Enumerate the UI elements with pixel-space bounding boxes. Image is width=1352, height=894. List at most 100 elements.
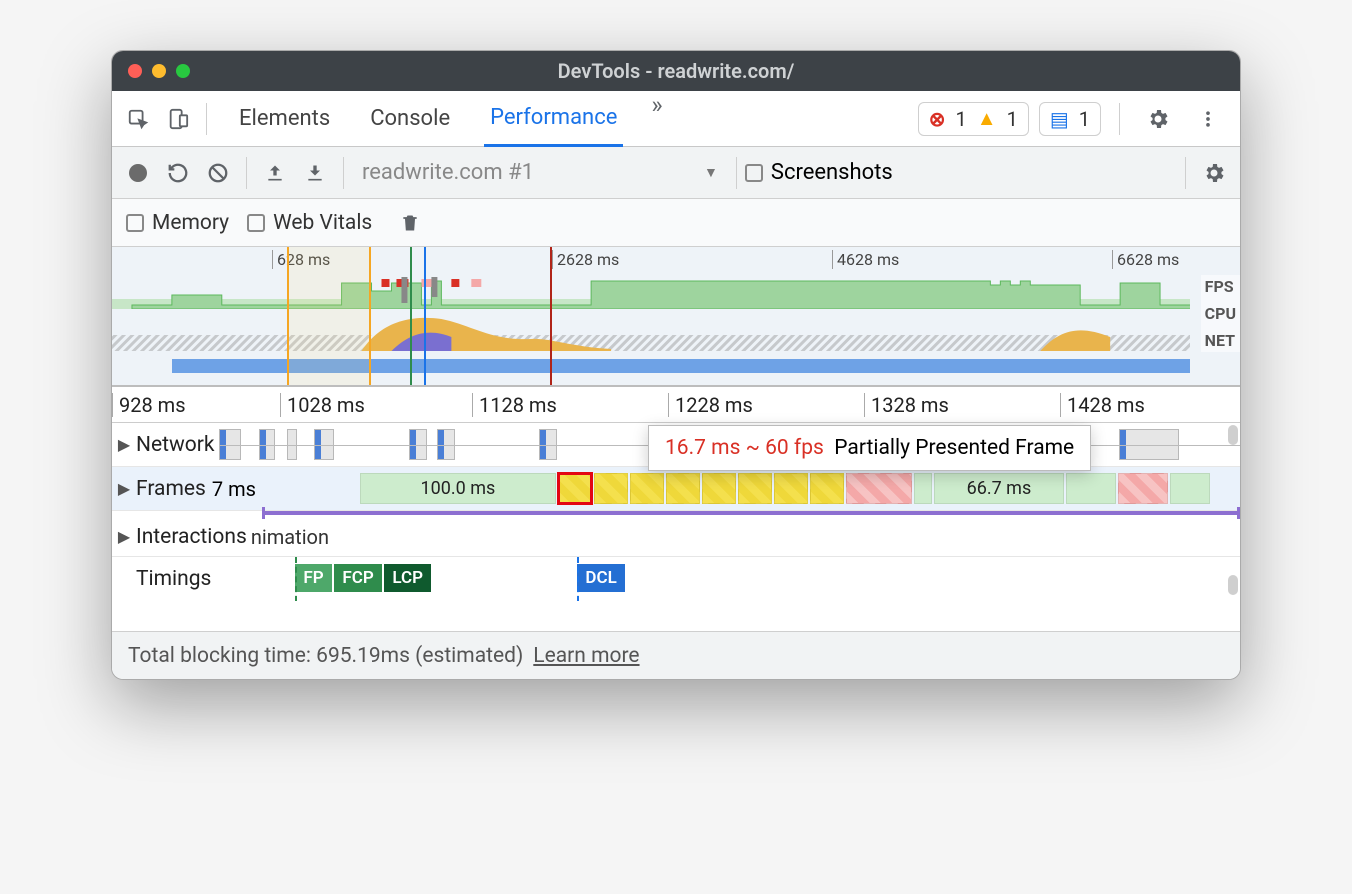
close-button[interactable] — [128, 64, 142, 78]
separator — [1119, 103, 1120, 135]
tooltip-timing: 16.7 ms ~ 60 fps — [665, 436, 824, 460]
frame-segment[interactable]: 66.7 ms — [934, 473, 1064, 504]
capture-settings-gear-icon[interactable] — [1194, 153, 1234, 193]
frame-segment[interactable] — [810, 473, 844, 504]
frame-time-left: 7 ms — [212, 477, 256, 501]
settings-gear-icon[interactable] — [1138, 99, 1178, 139]
memory-label: Memory — [152, 211, 229, 235]
marker-dcl — [424, 247, 426, 385]
frame-segment[interactable]: 100.0 ms — [360, 473, 556, 504]
screenshots-label: Screenshots — [771, 160, 893, 185]
frame-segment[interactable] — [702, 473, 736, 504]
timing-fp-badge[interactable]: FP — [295, 564, 331, 592]
upload-profile-icon[interactable] — [255, 153, 295, 193]
webvitals-label: Web Vitals — [273, 211, 372, 235]
scrollbar-thumb[interactable] — [1228, 575, 1238, 595]
timings-track-content[interactable]: FP FCP LCP DCL — [215, 557, 1240, 601]
timing-dcl-badge[interactable]: DCL — [577, 564, 624, 592]
recording-selector[interactable]: readwrite.com #1 ▼ — [352, 160, 728, 185]
minimize-button[interactable] — [152, 64, 166, 78]
timing-lcp-badge[interactable]: LCP — [384, 564, 431, 592]
frame-segment-dropped[interactable] — [1118, 473, 1168, 504]
overview-lane-labels: FPS CPU NET — [1201, 275, 1240, 352]
gc-trash-icon[interactable] — [390, 203, 430, 243]
flamechart-tracks[interactable]: ▶ Network — [112, 423, 1240, 631]
titlebar[interactable]: DevTools - readwrite.com/ — [112, 51, 1240, 91]
tab-elements[interactable]: Elements — [233, 91, 336, 147]
ruler-tick: 928 ms — [112, 393, 186, 417]
marker-line — [577, 557, 579, 601]
frame-segment[interactable] — [630, 473, 664, 504]
track-frames[interactable]: ▶ Frames 7 ms 100.0 ms 66.7 ms — [112, 467, 1240, 511]
track-label: Network — [136, 433, 215, 457]
checkbox-icon — [247, 214, 265, 232]
kebab-menu-icon[interactable] — [1188, 99, 1228, 139]
separator — [736, 157, 737, 189]
recording-name: readwrite.com #1 — [362, 160, 534, 185]
message-count: 1 — [1079, 107, 1090, 131]
animation-range-bar — [262, 511, 1240, 515]
checkbox-icon — [745, 164, 763, 182]
net-lane-label: NET — [1205, 331, 1236, 350]
tab-performance[interactable]: Performance — [484, 91, 623, 147]
separator — [246, 157, 247, 189]
learn-more-link[interactable]: Learn more — [533, 644, 639, 668]
frames-track-content[interactable]: 100.0 ms 66.7 ms — [260, 467, 1240, 510]
footer-bar: Total blocking time: 695.19ms (estimated… — [112, 631, 1240, 679]
track-label: Frames — [136, 477, 206, 501]
window-title: DevTools - readwrite.com/ — [112, 59, 1240, 83]
fps-lane-label: FPS — [1205, 277, 1236, 296]
traffic-lights — [112, 64, 190, 78]
tab-console[interactable]: Console — [364, 91, 456, 147]
frame-segment[interactable] — [914, 473, 932, 504]
marker-fcp — [410, 247, 412, 385]
track-interactions[interactable]: ▶ Interactions nimation 16.7 ms ~ 60 fps… — [112, 517, 1240, 557]
frame-segment[interactable] — [1170, 473, 1210, 504]
track-label: Timings — [136, 567, 211, 591]
webvitals-checkbox[interactable]: Web Vitals — [247, 211, 372, 235]
messages-badge[interactable]: ▤1 — [1039, 102, 1101, 136]
overview-selection[interactable] — [287, 247, 371, 385]
maximize-button[interactable] — [176, 64, 190, 78]
disclosure-triangle-icon[interactable]: ▶ — [112, 527, 136, 546]
reload-button[interactable] — [158, 153, 198, 193]
frame-segment-highlighted[interactable] — [558, 473, 592, 504]
devtools-window: DevTools - readwrite.com/ Elements Conso… — [111, 50, 1241, 680]
overview-timeline[interactable]: 628 ms 2628 ms 4628 ms 6628 ms FPS CPU N… — [112, 247, 1240, 387]
clear-button[interactable] — [198, 153, 238, 193]
frame-segment[interactable] — [774, 473, 808, 504]
frame-segment[interactable] — [1066, 473, 1116, 504]
interaction-sublabel: nimation — [251, 525, 329, 549]
frame-tooltip: 16.7 ms ~ 60 fps Partially Presented Fra… — [648, 425, 1091, 471]
separator — [1185, 157, 1186, 189]
download-profile-icon[interactable] — [295, 153, 335, 193]
frame-segment[interactable] — [738, 473, 772, 504]
frame-segment[interactable] — [666, 473, 700, 504]
overview-tick: 4628 ms — [832, 250, 899, 269]
track-timings[interactable]: Timings FP FCP LCP DCL — [112, 557, 1240, 601]
warning-count: 1 — [1007, 107, 1018, 131]
error-count: 1 — [956, 107, 967, 131]
detail-ruler[interactable]: 928 ms 1028 ms 1128 ms 1228 ms 1328 ms 1… — [112, 387, 1240, 423]
overview-tick: 6628 ms — [1112, 250, 1179, 269]
error-warning-badge[interactable]: ⊗1 ▲1 — [918, 102, 1029, 136]
disclosure-triangle-icon[interactable]: ▶ — [112, 435, 136, 454]
message-icon: ▤ — [1050, 107, 1069, 131]
disclosure-triangle-icon[interactable]: ▶ — [112, 479, 136, 498]
marker-load — [550, 247, 552, 385]
error-icon: ⊗ — [929, 107, 946, 131]
frame-segment-dropped[interactable] — [846, 473, 912, 504]
memory-checkbox[interactable]: Memory — [126, 211, 229, 235]
blocking-time-text: Total blocking time: 695.19ms (estimated… — [128, 644, 523, 668]
frame-segment[interactable] — [594, 473, 628, 504]
screenshots-checkbox[interactable]: Screenshots — [745, 160, 893, 185]
record-button[interactable] — [118, 153, 158, 193]
ruler-tick: 1428 ms — [1060, 393, 1145, 417]
cpu-lane-label: CPU — [1205, 304, 1236, 323]
ruler-tick: 1228 ms — [668, 393, 753, 417]
ruler-tick: 1128 ms — [472, 393, 557, 417]
inspect-icon[interactable] — [118, 99, 158, 139]
timing-fcp-badge[interactable]: FCP — [334, 564, 381, 592]
device-toolbar-icon[interactable] — [158, 99, 198, 139]
tabs-overflow-icon[interactable]: » — [651, 91, 662, 147]
